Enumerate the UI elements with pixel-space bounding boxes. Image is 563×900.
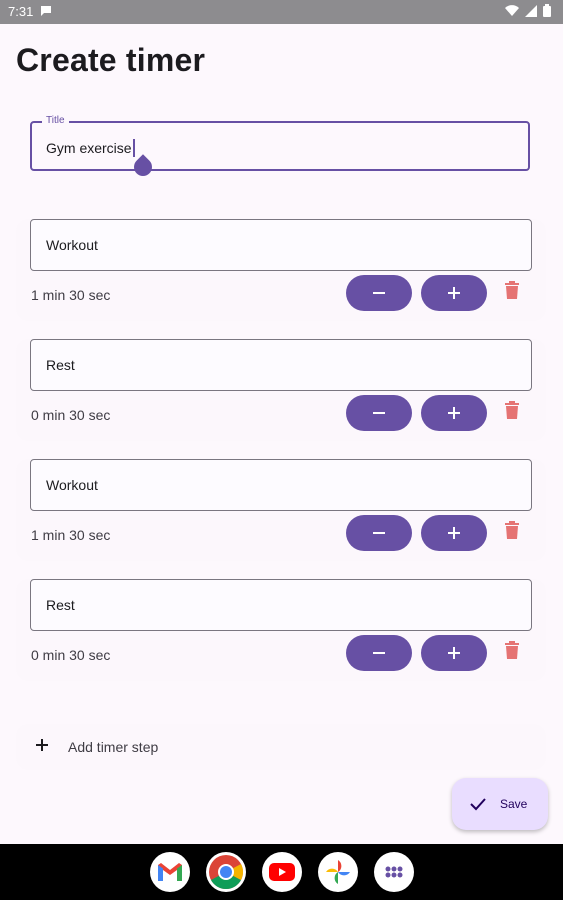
grid-dots-icon: [385, 866, 403, 878]
timer-step-card: Workout 1 min 30 sec: [16, 459, 546, 561]
step-name-input[interactable]: Workout: [30, 459, 532, 511]
app-dock: [0, 844, 563, 900]
step-name-input[interactable]: Workout: [30, 219, 532, 271]
delete-step-button[interactable]: [504, 521, 524, 543]
step-duration: 0 min 30 sec: [31, 407, 111, 423]
plus-icon: [34, 737, 50, 758]
minus-icon: [373, 652, 385, 654]
plus-icon: [448, 647, 460, 659]
timer-step-card: Rest 0 min 30 sec: [16, 339, 546, 441]
signal-icon: [525, 4, 537, 17]
message-notification-icon: [40, 5, 52, 20]
step-name-value: Workout: [46, 237, 98, 253]
decrease-duration-button[interactable]: [346, 395, 412, 431]
plus-icon: [448, 527, 460, 539]
step-name-input[interactable]: Rest: [30, 339, 532, 391]
add-timer-step-button[interactable]: Add timer step: [16, 724, 546, 770]
timer-step-card: Rest 0 min 30 sec: [16, 579, 546, 681]
youtube-icon: [269, 863, 295, 881]
trash-icon: [505, 641, 519, 659]
page-title: Create timer: [16, 42, 206, 78]
plus-icon: [448, 407, 460, 419]
timer-step-card: Workout 1 min 30 sec: [16, 219, 546, 321]
increase-duration-button[interactable]: [421, 275, 487, 311]
chrome-app-icon[interactable]: [206, 852, 246, 892]
app-drawer-icon[interactable]: [374, 852, 414, 892]
step-name-input[interactable]: Rest: [30, 579, 532, 631]
photos-app-icon[interactable]: [318, 852, 358, 892]
gmail-app-icon[interactable]: [150, 852, 190, 892]
chrome-icon: [209, 855, 243, 889]
youtube-app-icon[interactable]: [262, 852, 302, 892]
step-duration: 1 min 30 sec: [31, 527, 111, 543]
wifi-icon: [505, 4, 519, 16]
step-duration: 1 min 30 sec: [31, 287, 111, 303]
system-icons: [505, 4, 551, 17]
status-bar: 7:31: [0, 0, 563, 24]
delete-step-button[interactable]: [504, 641, 524, 663]
step-name-value: Workout: [46, 477, 98, 493]
title-field[interactable]: Title Gym exercise: [30, 115, 530, 171]
save-button[interactable]: Save: [452, 778, 548, 830]
title-field-value[interactable]: Gym exercise: [46, 139, 135, 157]
trash-icon: [505, 521, 519, 539]
decrease-duration-button[interactable]: [346, 635, 412, 671]
minus-icon: [373, 292, 385, 294]
decrease-duration-button[interactable]: [346, 515, 412, 551]
step-name-value: Rest: [46, 597, 75, 613]
minus-icon: [373, 412, 385, 414]
trash-icon: [505, 401, 519, 419]
save-label: Save: [500, 797, 528, 811]
step-name-value: Rest: [46, 357, 75, 373]
plus-icon: [448, 287, 460, 299]
decrease-duration-button[interactable]: [346, 275, 412, 311]
battery-icon: [543, 4, 551, 17]
photos-icon: [326, 860, 350, 884]
status-time: 7:31: [8, 4, 34, 19]
check-icon: [468, 794, 488, 819]
increase-duration-button[interactable]: [421, 395, 487, 431]
text-cursor: [132, 139, 135, 157]
delete-step-button[interactable]: [504, 281, 524, 303]
trash-icon: [505, 281, 519, 299]
step-duration: 0 min 30 sec: [31, 647, 111, 663]
minus-icon: [373, 532, 385, 534]
title-field-label: Title: [42, 115, 69, 126]
delete-step-button[interactable]: [504, 401, 524, 423]
increase-duration-button[interactable]: [421, 635, 487, 671]
gmail-icon: [158, 863, 182, 881]
add-timer-step-label: Add timer step: [68, 739, 159, 755]
increase-duration-button[interactable]: [421, 515, 487, 551]
